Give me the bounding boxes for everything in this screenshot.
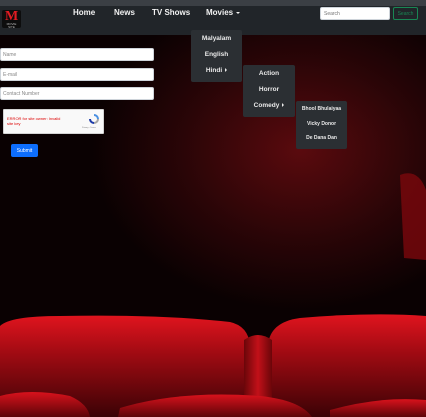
brand-logo-subtext: MOVIE SITE xyxy=(6,22,17,29)
nav-home[interactable]: Home xyxy=(73,8,95,18)
recaptcha-icon xyxy=(89,114,99,124)
nav-news[interactable]: News xyxy=(114,8,135,18)
menu-item-hindi[interactable]: Hindi xyxy=(191,66,242,76)
comedy-submenu: Bhool Bhulaiyaa Vicky Donor De Dana Dan xyxy=(296,101,347,149)
menu-item-bhool-bhulaiyaa[interactable]: Bhool Bhulaiyaa xyxy=(296,104,347,114)
chevron-right-icon xyxy=(225,68,228,73)
search-input[interactable] xyxy=(320,7,390,20)
submit-button[interactable]: Submit xyxy=(11,144,38,157)
name-field[interactable] xyxy=(0,48,154,61)
menu-item-hindi-label: Hindi xyxy=(205,67,223,74)
recaptcha-error-text: ERROR for site owner: Invalid site key xyxy=(7,116,61,126)
menu-item-horror[interactable]: Horror xyxy=(243,85,295,95)
menu-item-english[interactable]: English xyxy=(191,50,242,60)
menu-item-comedy[interactable]: Comedy xyxy=(243,101,295,111)
search-button[interactable]: Search xyxy=(393,7,418,20)
chevron-right-icon xyxy=(282,103,285,108)
movies-dropdown-menu: Malyalam English Hindi xyxy=(191,30,242,82)
contact-number-field[interactable] xyxy=(0,87,154,100)
nav-movies[interactable]: Movies xyxy=(206,8,233,18)
hindi-submenu: Action Horror Comedy xyxy=(243,65,295,117)
menu-item-vicky-donor[interactable]: Vicky Donor xyxy=(296,119,347,129)
recaptcha-widget[interactable]: ERROR for site owner: Invalid site key P… xyxy=(3,109,104,134)
menu-item-malyalam[interactable]: Malyalam xyxy=(191,34,242,44)
brand-logo[interactable]: M MOVIE SITE xyxy=(2,10,21,29)
menu-item-comedy-label: Comedy xyxy=(253,102,280,109)
nav-tv-shows[interactable]: TV Shows xyxy=(152,8,190,18)
menu-item-action[interactable]: Action xyxy=(243,69,295,79)
chevron-down-icon xyxy=(236,12,240,14)
email-field[interactable] xyxy=(0,68,154,81)
menu-item-de-dana-dan[interactable]: De Dana Dan xyxy=(296,133,347,143)
recaptcha-terms[interactable]: Privacy - Terms xyxy=(82,127,96,130)
